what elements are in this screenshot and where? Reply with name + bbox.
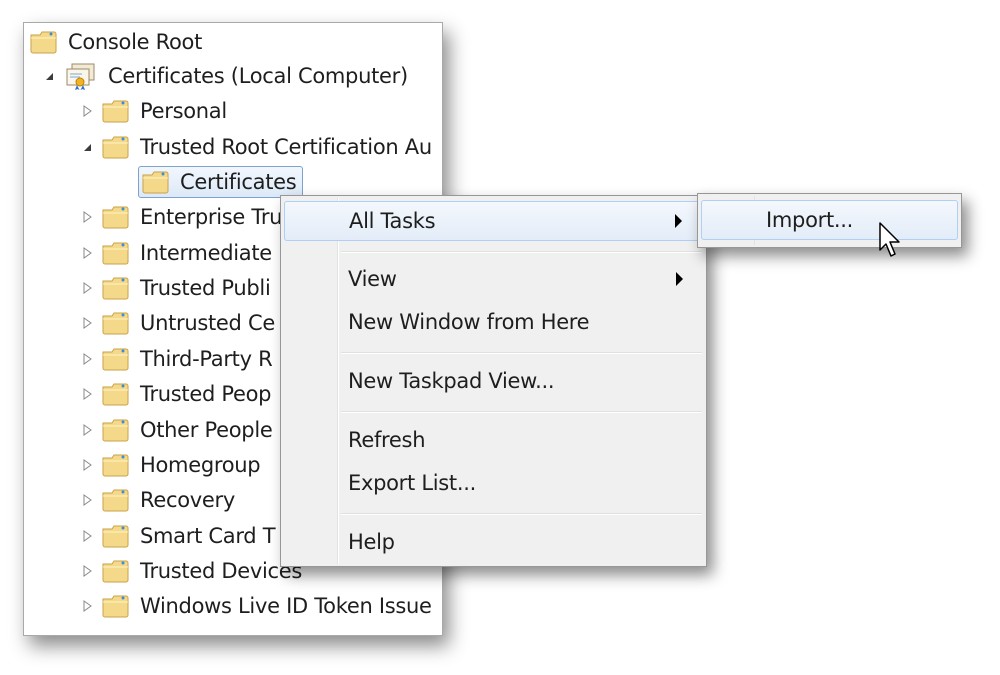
folder-icon: [102, 595, 129, 618]
submenu-arrow-icon: [675, 214, 682, 228]
tree-item-label: Trusted Peop: [140, 382, 272, 406]
expanded-arrow-icon[interactable]: [38, 65, 60, 87]
menu-item-help[interactable]: Help: [284, 523, 703, 561]
menu-item-view[interactable]: View: [284, 260, 703, 298]
tree-item-trusted-people[interactable]: Trusted Peop: [76, 379, 275, 409]
tree-item-label: Certificates: [180, 170, 297, 194]
collapsed-arrow-icon[interactable]: [76, 419, 98, 441]
tree-item-label: Console Root: [68, 30, 203, 54]
folder-icon: [102, 454, 129, 477]
folder-icon: [102, 100, 129, 123]
tree-item-label: Intermediate: [140, 241, 272, 265]
tree-item-trusted-publishers[interactable]: Trusted Publi: [76, 273, 275, 303]
tree-item-console-root[interactable]: Console Root: [30, 27, 206, 57]
collapsed-arrow-icon[interactable]: [76, 312, 98, 334]
collapsed-arrow-icon[interactable]: [76, 100, 98, 122]
menu-item-label: Help: [348, 530, 395, 554]
collapsed-arrow-icon[interactable]: [76, 242, 98, 264]
collapsed-arrow-icon[interactable]: [76, 348, 98, 370]
folder-icon: [102, 560, 129, 583]
folder-icon: [102, 525, 129, 548]
tree-item-label: Enterprise Tru: [140, 205, 283, 229]
folder-icon: [102, 419, 129, 442]
tree-item-smart-card-trusted-roots[interactable]: Smart Card T: [76, 521, 279, 551]
tree-item-personal[interactable]: Personal: [76, 96, 231, 126]
menu-item-refresh[interactable]: Refresh: [284, 421, 703, 459]
tree-item-windows-live-id-token-issuer[interactable]: Windows Live ID Token Issue: [76, 591, 436, 621]
tree-item-other-people[interactable]: Other People: [76, 415, 276, 445]
tree-item-label: Certificates (Local Computer): [108, 64, 408, 88]
collapsed-arrow-icon[interactable]: [76, 560, 98, 582]
menu-item-label: Refresh: [348, 428, 426, 452]
folder-icon: [102, 206, 129, 229]
collapsed-arrow-icon[interactable]: [76, 489, 98, 511]
menu-separator: [341, 411, 702, 413]
context-menu: All Tasks View New Window from Here New …: [280, 195, 707, 567]
menu-item-new-window-from-here[interactable]: New Window from Here: [284, 303, 703, 341]
tree-item-untrusted-certificates[interactable]: Untrusted Ce: [76, 308, 279, 338]
tree-item-label: Untrusted Ce: [140, 311, 275, 335]
folder-icon: [142, 171, 169, 194]
collapsed-arrow-icon[interactable]: [76, 383, 98, 405]
tree-item-label: Smart Card T: [140, 524, 276, 548]
menu-item-label: Import...: [766, 208, 854, 232]
collapsed-arrow-icon[interactable]: [76, 595, 98, 617]
mouse-pointer-icon: [879, 222, 900, 257]
folder-icon: [102, 277, 129, 300]
tree-item-label: Personal: [140, 99, 227, 123]
tree-item-certificates-local-computer[interactable]: Certificates (Local Computer): [38, 61, 412, 91]
selection-highlight: Certificates: [138, 166, 304, 198]
tree-item-label: Third-Party R: [140, 347, 273, 371]
folder-icon: [102, 136, 129, 159]
collapsed-arrow-icon[interactable]: [76, 454, 98, 476]
tree-item-recovery[interactable]: Recovery: [76, 485, 239, 515]
expanded-arrow-icon[interactable]: [76, 136, 98, 158]
folder-icon: [30, 31, 57, 54]
tree-item-label: Other People: [140, 418, 273, 442]
tree-item-third-party-root[interactable]: Third-Party R: [76, 344, 276, 374]
menu-item-label: New Taskpad View...: [348, 369, 555, 393]
folder-icon: [102, 489, 129, 512]
menu-separator: [341, 352, 702, 354]
collapsed-arrow-icon[interactable]: [76, 277, 98, 299]
menu-separator: [341, 251, 702, 253]
menu-separator: [341, 513, 702, 515]
tree-item-label: Recovery: [140, 488, 235, 512]
menu-item-export-list[interactable]: Export List...: [284, 464, 703, 502]
tree-item-trusted-devices[interactable]: Trusted Devices: [76, 556, 306, 586]
menu-item-all-tasks[interactable]: All Tasks: [284, 201, 703, 241]
collapsed-arrow-icon[interactable]: [76, 206, 98, 228]
menu-item-label: Export List...: [348, 471, 476, 495]
tree-item-label: Homegroup: [140, 453, 261, 477]
menu-item-import[interactable]: Import...: [701, 200, 958, 240]
folder-icon: [102, 242, 129, 265]
tree-item-intermediate[interactable]: Intermediate: [76, 238, 276, 268]
certificate-store-icon: [66, 63, 95, 90]
tree-item-homegroup[interactable]: Homegroup: [76, 450, 264, 480]
tree-item-certificates[interactable]: Certificates: [138, 166, 304, 198]
menu-item-label: New Window from Here: [348, 310, 590, 334]
menu-item-label: All Tasks: [349, 209, 436, 233]
folder-icon: [102, 348, 129, 371]
tree-item-label: Windows Live ID Token Issue: [140, 594, 432, 618]
folder-icon: [102, 383, 129, 406]
tree-item-label: Trusted Root Certification Au: [140, 135, 432, 159]
all-tasks-submenu: Import...: [697, 193, 962, 248]
menu-item-new-taskpad-view[interactable]: New Taskpad View...: [284, 362, 703, 400]
tree-item-label: Trusted Publi: [140, 276, 271, 300]
tree-item-trusted-root-certification-authorities[interactable]: Trusted Root Certification Au: [76, 132, 436, 162]
submenu-arrow-icon: [676, 272, 683, 286]
menu-item-label: View: [348, 267, 397, 291]
tree-item-enterprise-trust[interactable]: Enterprise Tru: [76, 202, 286, 232]
folder-icon: [102, 312, 129, 335]
collapsed-arrow-icon[interactable]: [76, 525, 98, 547]
